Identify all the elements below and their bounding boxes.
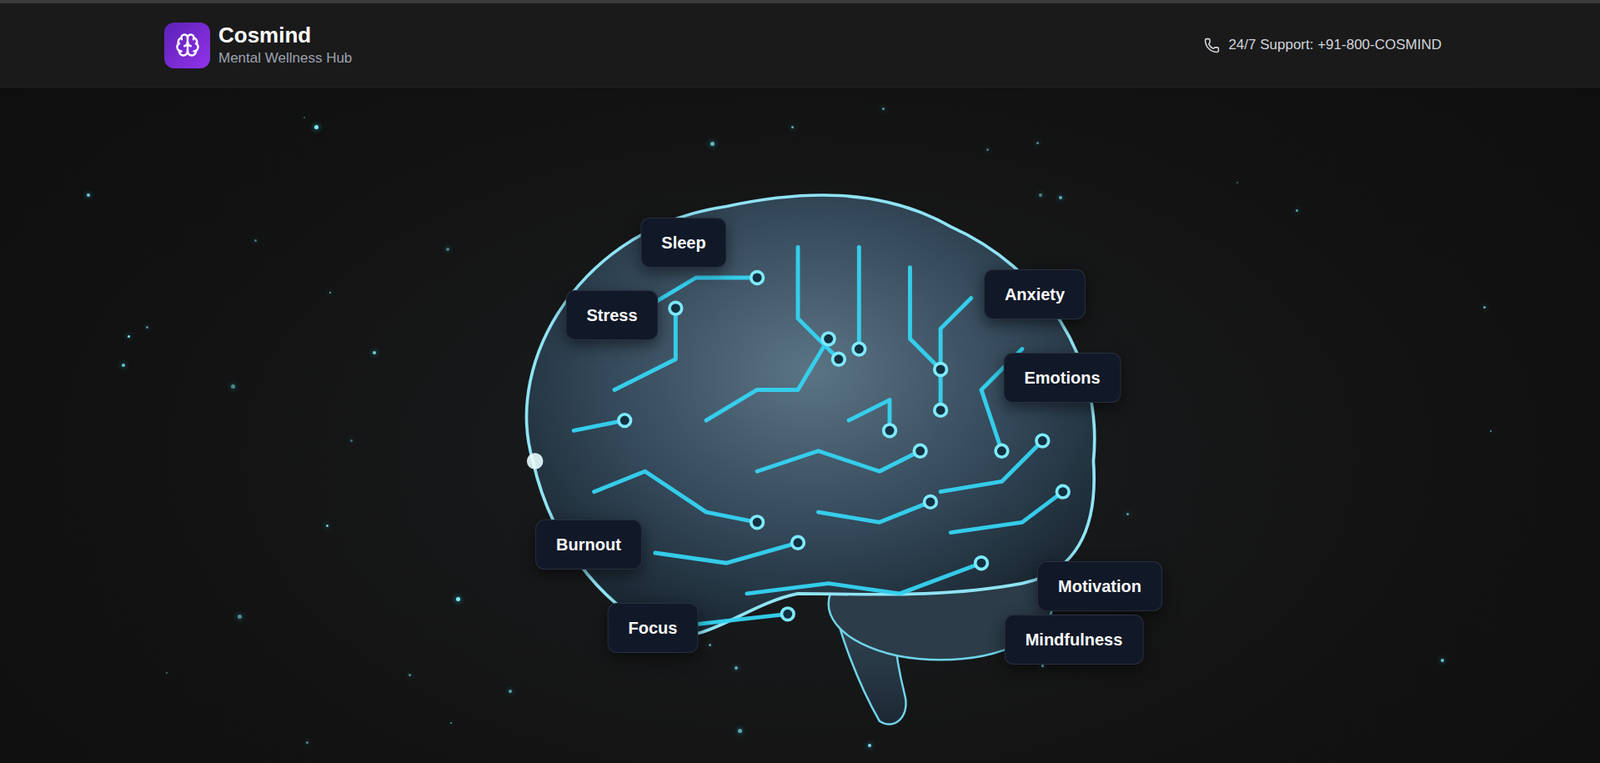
topic-chip[interactable]: Sleep	[640, 217, 727, 268]
brain-icon	[175, 32, 201, 58]
topic-chip[interactable]: Motivation	[1037, 561, 1163, 612]
topic-chip[interactable]: Anxiety	[983, 269, 1086, 320]
star	[710, 141, 715, 146]
star	[237, 614, 242, 619]
tagline: Mental Wellness Hub	[218, 50, 352, 67]
phone-icon	[1203, 37, 1220, 54]
star	[127, 335, 131, 338]
topic-chip[interactable]: Mindfulness	[1004, 614, 1144, 665]
support-text: 24/7 Support: +91-800-COSMIND	[1228, 36, 1442, 54]
star	[737, 728, 743, 733]
star	[986, 148, 989, 151]
star	[372, 351, 377, 355]
star	[734, 666, 738, 670]
topic-chip[interactable]: Emotions	[1003, 352, 1121, 403]
brand-text: Cosmind Mental Wellness Hub	[218, 23, 352, 68]
brand[interactable]: Cosmind Mental Wellness Hub	[164, 22, 352, 69]
star	[508, 689, 512, 693]
star	[326, 524, 329, 527]
star	[446, 247, 450, 251]
topic-chip[interactable]: Burnout	[535, 519, 643, 570]
star	[314, 125, 319, 130]
page: Cosmind Mental Wellness Hub 24/7 Support: …	[0, 0, 1600, 763]
star	[303, 116, 306, 119]
support-contact[interactable]: 24/7 Support: +91-800-COSMIND	[1203, 36, 1442, 54]
star	[456, 596, 461, 602]
star	[1036, 141, 1039, 145]
star	[1041, 664, 1044, 668]
star	[121, 363, 126, 367]
logo	[164, 22, 211, 69]
star	[867, 743, 872, 748]
star	[165, 672, 168, 674]
star	[1126, 512, 1129, 516]
star	[450, 722, 452, 724]
star	[1058, 195, 1063, 200]
header: Cosmind Mental Wellness Hub 24/7 Support: …	[0, 0, 1600, 88]
star	[1236, 181, 1239, 184]
topic-chip[interactable]: Stress	[565, 290, 658, 341]
star	[350, 439, 353, 442]
hero-stage: Sleep Stress Anxiety Emotions Burnout Focus Mo…	[0, 87, 1600, 763]
star	[329, 291, 332, 294]
star	[1295, 209, 1299, 212]
topic-chip[interactable]: Focus	[607, 602, 699, 653]
star	[86, 193, 91, 197]
star	[791, 125, 794, 129]
star	[882, 107, 885, 111]
star	[1489, 430, 1492, 432]
star	[408, 673, 412, 677]
star	[305, 741, 309, 744]
star	[254, 239, 257, 242]
star	[145, 326, 149, 329]
star	[708, 643, 712, 647]
star	[1440, 658, 1445, 663]
star	[1038, 193, 1043, 197]
brand-name: Cosmind	[218, 23, 352, 48]
star	[230, 384, 236, 389]
star	[1483, 305, 1486, 309]
